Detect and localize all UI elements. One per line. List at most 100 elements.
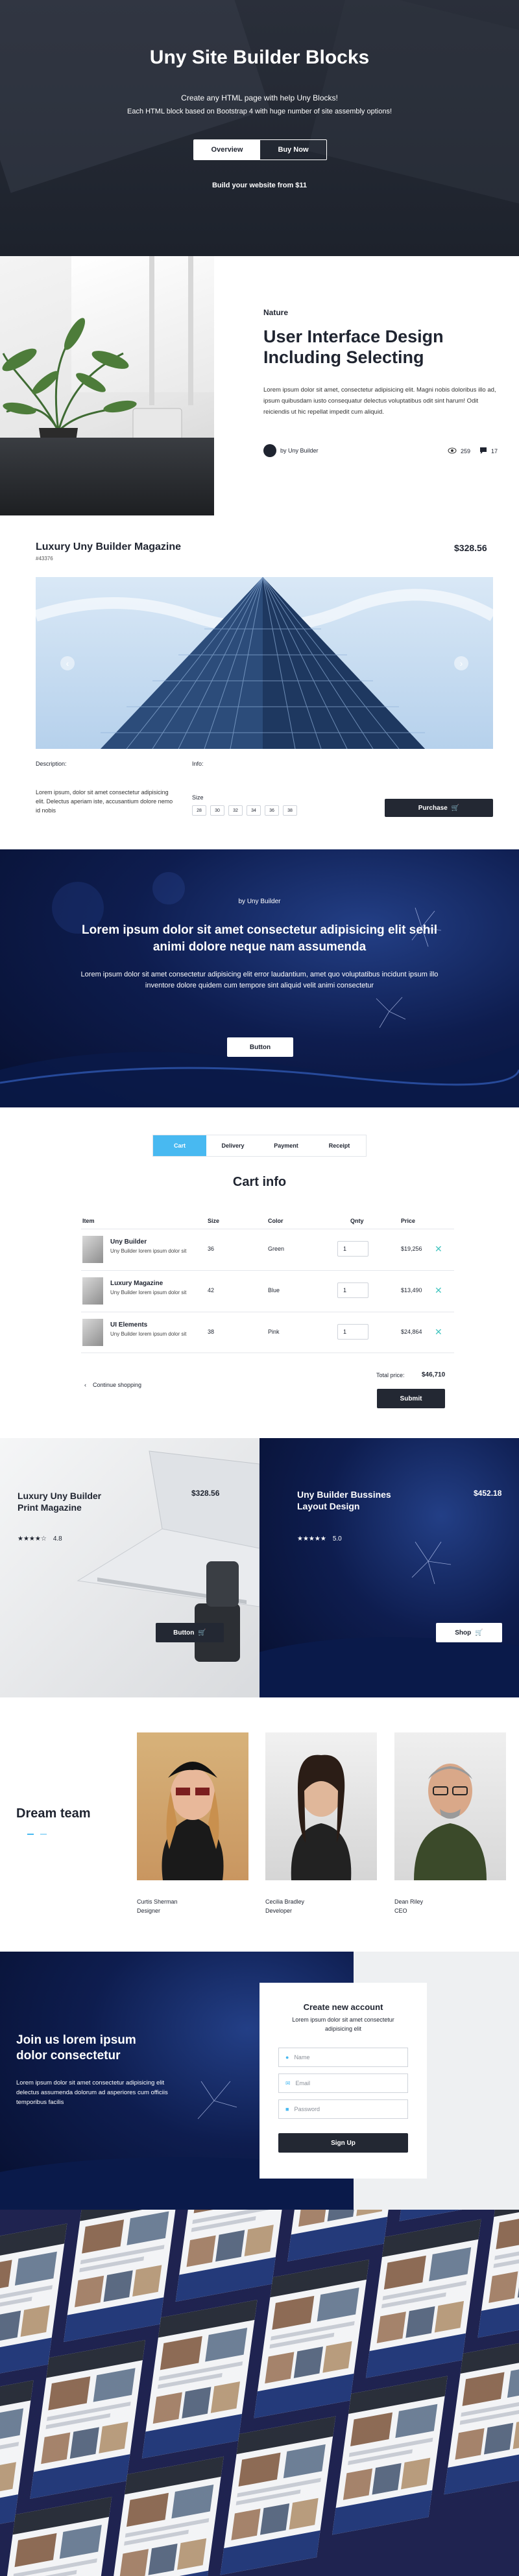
- quantity-input[interactable]: 1: [337, 1324, 368, 1340]
- size-option[interactable]: 30: [210, 805, 224, 816]
- rating: ★★★★☆ 4.8: [18, 1535, 62, 1542]
- team-title: Dream team: [16, 1806, 91, 1821]
- signup-body: Lorem ipsum dolor sit amet consectetur a…: [16, 2079, 168, 2106]
- purchase-button[interactable]: Purchase 🛒: [385, 799, 493, 817]
- size-option[interactable]: 32: [228, 805, 243, 816]
- col-qty: Qnty: [350, 1218, 364, 1224]
- article-author[interactable]: by Uny Builder: [280, 447, 319, 454]
- size-options: 28 30 32 34 36 38: [192, 805, 297, 816]
- item-price: $24,864: [401, 1329, 422, 1335]
- plant-image: [0, 256, 214, 515]
- item-color: Pink: [268, 1329, 280, 1335]
- item-desc: Uny Builder lorem ipsum dolor sit: [110, 1331, 187, 1337]
- comments-count: 17: [491, 447, 498, 455]
- name-field[interactable]: ● Name: [278, 2048, 408, 2067]
- item-color: Blue: [268, 1287, 280, 1294]
- template-previews-image: [0, 2210, 519, 2576]
- product-card-left: Luxury Uny Builder Print Magazine $328.5…: [0, 1438, 260, 1697]
- email-field[interactable]: ✉ Email: [278, 2074, 408, 2093]
- slider-dot[interactable]: [40, 1834, 47, 1835]
- eye-icon: [448, 447, 457, 455]
- item-size: 36: [208, 1246, 215, 1252]
- dandelion-bg: [260, 1541, 519, 1697]
- size-option[interactable]: 28: [192, 805, 206, 816]
- remove-icon[interactable]: ✕: [435, 1244, 442, 1255]
- shop-button[interactable]: Shop 🛒: [436, 1623, 502, 1642]
- col-color: Color: [268, 1218, 284, 1224]
- step-payment[interactable]: Payment: [260, 1135, 313, 1156]
- next-arrow-icon[interactable]: ›: [454, 656, 468, 670]
- card-button[interactable]: Button 🛒: [156, 1623, 224, 1642]
- article-title[interactable]: User Interface Design Including Selectin…: [263, 326, 484, 368]
- avatar[interactable]: [263, 444, 276, 457]
- name-placeholder: Name: [294, 2054, 310, 2061]
- mail-icon: ✉: [285, 2079, 291, 2086]
- member-name: Cecilia Bradley: [265, 1898, 305, 1905]
- member-name: Curtis Sherman: [137, 1898, 178, 1905]
- item-name: UI Elements: [110, 1321, 148, 1329]
- card-title[interactable]: Luxury Uny Builder Print Magazine: [18, 1490, 115, 1513]
- purchase-label: Purchase: [418, 804, 448, 812]
- article-stats: 259 17: [448, 447, 498, 455]
- submit-button[interactable]: Submit: [377, 1389, 445, 1408]
- item-price: $13,490: [401, 1287, 422, 1294]
- article-body: Lorem ipsum dolor sit amet, consectetur …: [263, 386, 496, 416]
- star-rating-icon: ★★★★☆: [18, 1535, 47, 1542]
- remove-icon[interactable]: ✕: [435, 1327, 442, 1338]
- quantity-input[interactable]: 1: [337, 1241, 368, 1257]
- hero-line1: Create any HTML page with help Uny Block…: [181, 93, 338, 102]
- product-card-right: Uny Builder Bussines Layout Design $452.…: [260, 1438, 519, 1697]
- table-row: UI Elements Uny Builder lorem ipsum dolo…: [81, 1312, 454, 1353]
- product-description: Lorem ipsum, dolor sit amet consectetur …: [36, 789, 173, 814]
- col-price: Price: [401, 1218, 416, 1224]
- checkout-steps: Cart Delivery Payment Receipt: [152, 1135, 367, 1157]
- password-placeholder: Password: [294, 2106, 320, 2112]
- hero-title: Uny Site Builder Blocks: [149, 47, 370, 68]
- item-desc: Uny Builder lorem ipsum dolor sit: [110, 1290, 187, 1295]
- user-icon: ●: [285, 2054, 289, 2061]
- size-option[interactable]: 38: [283, 805, 297, 816]
- article-section: Nature User Interface Design Including S…: [0, 256, 519, 515]
- member-role: Designer: [137, 1908, 161, 1914]
- step-cart[interactable]: Cart: [153, 1135, 206, 1156]
- size-option[interactable]: 34: [247, 805, 261, 816]
- product-section: Luxury Uny Builder Magazine #43376 $328.…: [0, 515, 519, 849]
- cart-icon: 🛒: [198, 1629, 206, 1637]
- quantity-input[interactable]: 1: [337, 1282, 368, 1298]
- prev-arrow-icon[interactable]: ‹: [60, 656, 75, 670]
- hero-tab-group: Overview Buy Now: [193, 139, 327, 160]
- hero-footnote: Build your website from $11: [211, 182, 308, 189]
- info-label: Info:: [192, 761, 204, 767]
- col-item: Item: [82, 1218, 95, 1224]
- cart-icon: 🛒: [451, 804, 460, 812]
- continue-shopping-link[interactable]: ‹ Continue shopping: [84, 1382, 141, 1388]
- card-button-label: Button: [173, 1629, 195, 1637]
- step-delivery[interactable]: Delivery: [206, 1135, 260, 1156]
- product-sku: #43376: [36, 556, 53, 561]
- tab-buy-now[interactable]: Buy Now: [260, 140, 326, 160]
- signup-button[interactable]: Sign Up: [278, 2133, 408, 2153]
- slider-dot[interactable]: [27, 1834, 34, 1835]
- product-thumbnail: [82, 1319, 103, 1346]
- item-size: 42: [208, 1287, 215, 1294]
- item-name: Uny Builder: [110, 1238, 147, 1246]
- tab-overview[interactable]: Overview: [194, 140, 260, 160]
- remove-icon[interactable]: ✕: [435, 1285, 442, 1296]
- chevron-left-icon: ‹: [84, 1382, 86, 1388]
- item-desc: Uny Builder lorem ipsum dolor sit: [110, 1248, 187, 1254]
- feature-button[interactable]: Button: [227, 1037, 293, 1057]
- item-color: Green: [268, 1246, 285, 1252]
- step-receipt[interactable]: Receipt: [313, 1135, 366, 1156]
- feature-section: by Uny Builder Lorem ipsum dolor sit ame…: [0, 849, 519, 1107]
- showcase-collage: [0, 2210, 519, 2576]
- team-photo: [265, 1732, 377, 1880]
- product-thumbnail: [82, 1236, 103, 1263]
- size-option[interactable]: 36: [265, 805, 279, 816]
- rating-value: 5.0: [332, 1535, 342, 1542]
- hero-section: Uny Site Builder Blocks Create any HTML …: [0, 0, 519, 256]
- product-price: $328.56: [454, 543, 487, 553]
- product-thumbnail: [82, 1277, 103, 1305]
- article-category: Nature: [263, 308, 289, 317]
- card-title[interactable]: Uny Builder Bussines Layout Design: [297, 1489, 394, 1512]
- password-field[interactable]: ■ Password: [278, 2099, 408, 2119]
